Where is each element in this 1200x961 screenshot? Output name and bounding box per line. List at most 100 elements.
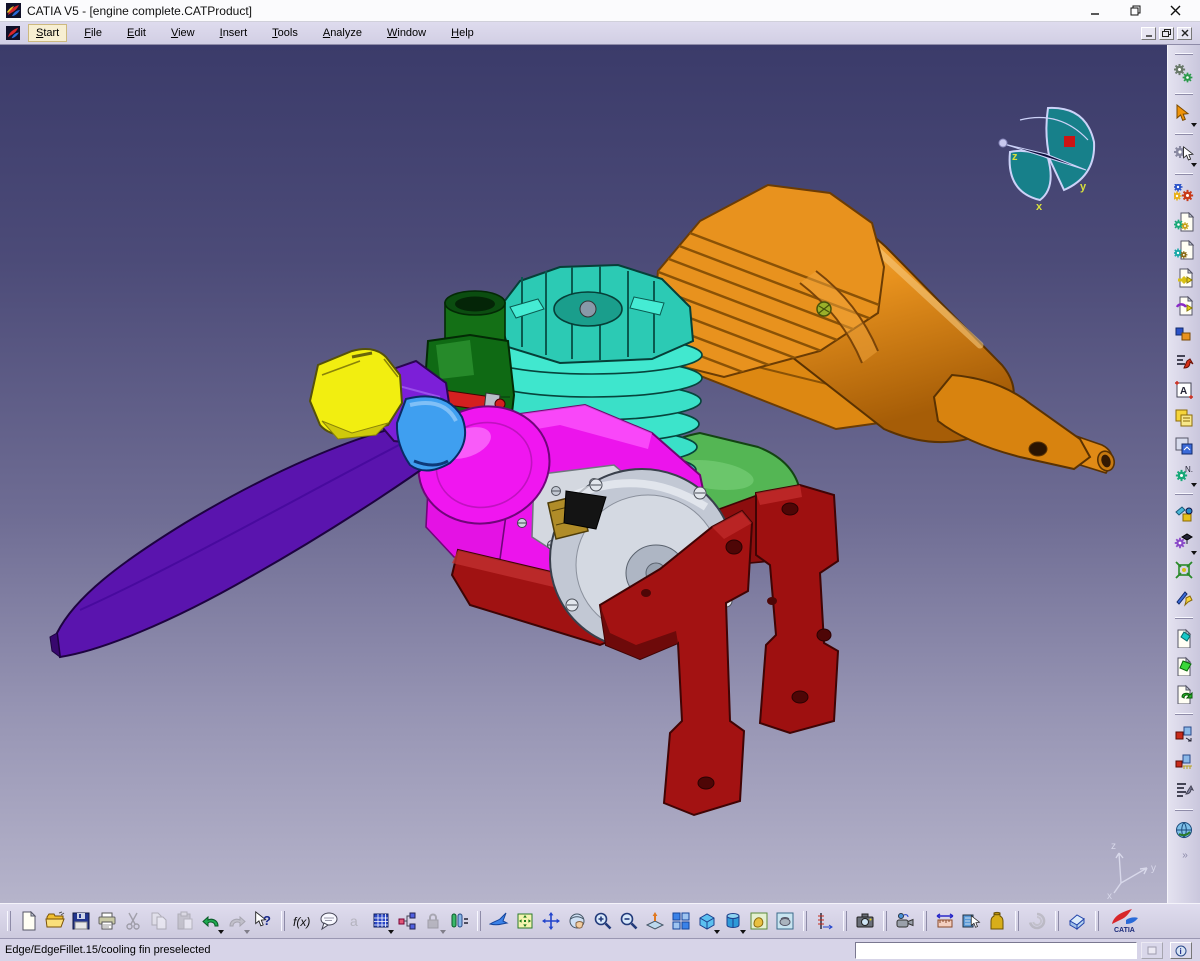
mdi-restore-button[interactable] [1159,26,1174,40]
menu-edit[interactable]: Edit [119,24,154,42]
generate-report-icon[interactable] [1171,237,1197,263]
part-muffler[interactable] [640,183,1117,474]
update-icon[interactable] [1171,61,1197,87]
comments-icon[interactable] [316,908,342,934]
bill-of-material-icon[interactable] [1171,405,1197,431]
toolbar-handle[interactable] [843,911,847,931]
scene-frame-icon[interactable] [1171,433,1197,459]
formula-icon[interactable]: f(x) [290,908,316,934]
equivalent-dimensions-icon[interactable] [446,908,472,934]
copy-icon[interactable] [146,908,172,934]
restore-button[interactable] [1128,5,1142,17]
toolbar-handle[interactable] [1015,911,1019,931]
workbench-tools-icon[interactable] [1171,501,1197,527]
design-table-icon[interactable] [368,908,394,934]
undo-icon[interactable] [198,908,224,934]
compass-manipulation-handle[interactable] [1064,136,1075,147]
save-icon[interactable] [68,908,94,934]
menu-file[interactable]: File [76,24,110,42]
lock-icon[interactable] [420,908,446,934]
pan-icon[interactable] [538,908,564,934]
assembly-gears-icon[interactable] [1171,181,1197,207]
muffler-screw[interactable] [816,301,832,317]
export-data-alt-icon[interactable] [1171,293,1197,319]
custom-view-icon[interactable] [772,908,798,934]
mdi-app-icon[interactable] [6,26,20,40]
toolbar-handle[interactable] [1175,93,1193,95]
web-publish-icon[interactable] [1171,817,1197,843]
toolbar-handle[interactable] [1175,133,1193,135]
selection-filter-icon[interactable] [1171,141,1197,167]
menu-start[interactable]: Start [28,24,68,42]
mdi-minimize-button[interactable] [1141,26,1156,40]
dropdown-caret[interactable] [1191,551,1197,555]
zoom-in-icon[interactable] [590,908,616,934]
export-data-icon[interactable] [1171,265,1197,291]
doc-info-button[interactable]: i [1170,942,1192,959]
open-icon[interactable] [42,908,68,934]
menu-view[interactable]: View [163,24,203,42]
3d-viewport[interactable]: z y x z y x [0,45,1167,903]
fly-mode-icon[interactable] [486,908,512,934]
toolbar-handle[interactable] [477,911,481,931]
shading-with-material-icon[interactable] [746,908,772,934]
menu-tools[interactable]: Tools [264,24,306,42]
import-with-positioning-icon[interactable] [1171,653,1197,679]
more-toolbars-chevron[interactable]: » [1182,850,1187,861]
toolbar-handle[interactable] [7,911,11,931]
dropdown-caret[interactable] [1191,483,1197,487]
measure-between-icon[interactable] [932,908,958,934]
part-propeller-blade[interactable] [49,418,437,659]
snap-ruler-icon[interactable] [1171,749,1197,775]
compass-free-end[interactable] [998,138,1008,148]
menu-help[interactable]: Help [443,24,482,42]
snap-icon[interactable] [1171,557,1197,583]
toolbar-handle[interactable] [883,911,887,931]
relations-icon[interactable] [394,908,420,934]
paste-icon[interactable] [172,908,198,934]
whats-this-icon[interactable]: ? [250,908,276,934]
dimensions-icon[interactable] [812,908,838,934]
learning-assistant-icon[interactable] [1171,529,1197,555]
toolbar-handle[interactable] [1095,911,1099,931]
menu-window[interactable]: Window [379,24,434,42]
frame-title-block-icon[interactable]: A [1171,377,1197,403]
smart-move-icon[interactable] [1171,585,1197,611]
rotate-icon[interactable] [564,908,590,934]
isometric-view-icon[interactable] [694,908,720,934]
manipulate-icon[interactable] [1171,721,1197,747]
minimize-button[interactable] [1088,5,1102,17]
fit-all-in-icon[interactable] [512,908,538,934]
mass-properties-icon[interactable] [984,908,1010,934]
zoom-out-icon[interactable] [616,908,642,934]
import-existing-icon[interactable] [1171,625,1197,651]
replace-component-icon[interactable] [1171,681,1197,707]
product-structure-icon[interactable] [1171,349,1197,375]
menu-analyze[interactable]: Analyze [315,24,370,42]
toolbar-handle[interactable] [1055,911,1059,931]
redo-icon[interactable] [224,908,250,934]
toolbar-handle[interactable] [803,911,807,931]
toolbar-handle[interactable] [1175,617,1193,619]
video-recorder-icon[interactable] [892,908,918,934]
part-cylinder-head[interactable] [495,263,695,365]
menu-insert[interactable]: Insert [212,24,256,42]
eraser-3d-icon[interactable] [1064,908,1090,934]
close-button[interactable] [1168,5,1182,17]
render-style-icon[interactable] [720,908,746,934]
print-icon[interactable] [94,908,120,934]
new-document-icon[interactable] [16,908,42,934]
toolbar-handle[interactable] [1175,493,1193,495]
part-spinner-nut[interactable] [308,348,404,440]
view-compass[interactable]: z y x [990,100,1120,215]
knowledge-inspector-icon[interactable] [1024,908,1050,934]
capture-icon[interactable] [852,908,878,934]
toolbar-handle[interactable] [281,911,285,931]
catalog-icon[interactable] [1171,321,1197,347]
generate-specs-icon[interactable] [1171,209,1197,235]
toolbar-handle[interactable] [923,911,927,931]
status-expand-button[interactable] [1141,942,1163,959]
multi-view-icon[interactable] [668,908,694,934]
measure-item-icon[interactable] [958,908,984,934]
dropdown-caret[interactable] [1191,123,1197,127]
